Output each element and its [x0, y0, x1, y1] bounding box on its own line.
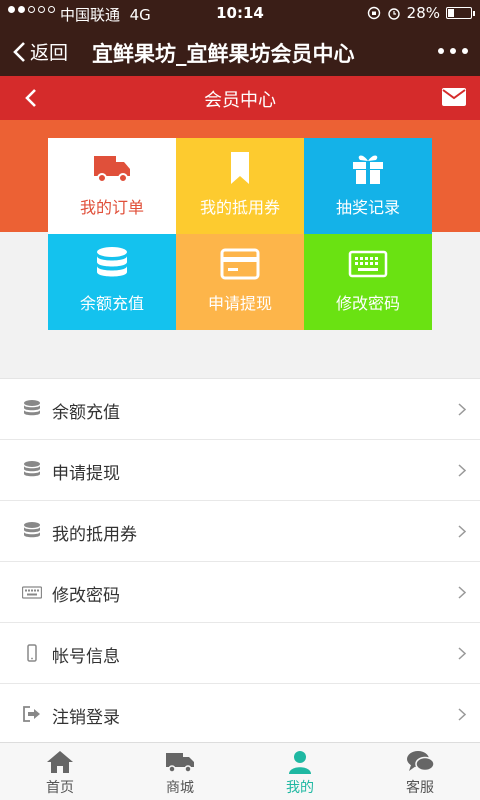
- nav-label: 首页: [46, 780, 74, 796]
- chevron-right-icon: [458, 525, 466, 538]
- grid-tile-label: 我的抵用券: [199, 198, 280, 217]
- grid-tile-recharge[interactable]: 余额充值: [48, 234, 176, 330]
- list-item-label: 注销登录: [52, 708, 120, 728]
- orientation-lock-icon: [367, 6, 380, 20]
- nav-label: 客服: [406, 780, 434, 796]
- chevron-left-icon: [13, 41, 25, 62]
- database-icon: [97, 247, 127, 277]
- grid-tile-label: 修改密码: [335, 294, 400, 313]
- nav-mine[interactable]: 我的: [240, 743, 360, 800]
- grid-tile-withdraw[interactable]: 申请提现: [176, 234, 304, 330]
- back-label: 返回: [30, 42, 69, 64]
- list-item-label: 修改密码: [52, 586, 120, 606]
- chat-icon: [407, 751, 435, 772]
- back-button[interactable]: 返回: [12, 38, 68, 65]
- nav-label: 我的: [286, 780, 314, 796]
- battery-percent: 28%: [406, 4, 440, 22]
- nav-service[interactable]: 客服: [360, 743, 480, 800]
- grid-tile-coupons[interactable]: 我的抵用券: [176, 138, 304, 234]
- page-title: 宜鲜果坊_宜鲜果坊会员中心: [92, 42, 355, 66]
- list-item-password[interactable]: 修改密码: [0, 562, 480, 623]
- list-item-label: 申请提现: [52, 464, 120, 484]
- grid-tile-label: 我的订单: [79, 198, 144, 217]
- nav-mall[interactable]: 商城: [120, 743, 240, 800]
- list-item-label: 帐号信息: [52, 647, 120, 667]
- mail-icon[interactable]: [442, 88, 466, 106]
- list-item-account-info[interactable]: 帐号信息: [0, 623, 480, 684]
- more-menu-button[interactable]: [438, 48, 468, 54]
- truck-icon: [94, 156, 130, 183]
- credit-card-icon: [220, 248, 260, 280]
- list-item-label: 余额充值: [52, 403, 120, 423]
- chevron-right-icon: [458, 403, 466, 416]
- user-icon: [289, 751, 311, 774]
- status-right: 28%: [367, 4, 475, 22]
- title-bar: 返回 宜鲜果坊_宜鲜果坊会员中心: [0, 26, 480, 76]
- grid-tile-password[interactable]: 修改密码: [304, 234, 432, 330]
- grid-tile-label: 抽奖记录: [335, 198, 400, 217]
- grid-tile-label: 余额充值: [79, 294, 144, 313]
- status-bar: 中国联通 4G 10:14 28%: [0, 0, 480, 26]
- mobile-icon: [27, 644, 37, 662]
- gift-icon: [353, 155, 383, 184]
- alarm-icon: [387, 8, 400, 20]
- member-header: 会员中心: [0, 76, 480, 120]
- grid-tile-label: 申请提现: [207, 294, 272, 313]
- grid-tile-lottery[interactable]: 抽奖记录: [304, 138, 432, 234]
- list-item-withdraw[interactable]: 申请提现: [0, 440, 480, 501]
- database-icon: [24, 461, 40, 477]
- bookmark-icon: [231, 152, 249, 184]
- grid-tile-orders[interactable]: 我的订单: [48, 138, 176, 234]
- feature-grid: 我的订单 我的抵用券 抽奖记录 余额充值 申请提现 修改密码: [48, 138, 432, 330]
- list-item-recharge[interactable]: 余额充值: [0, 379, 480, 440]
- list-item-label: 我的抵用券: [52, 525, 137, 545]
- chevron-right-icon: [458, 586, 466, 599]
- nav-home[interactable]: 首页: [0, 743, 120, 800]
- list-item-logout[interactable]: 注销登录: [0, 684, 480, 745]
- home-icon: [47, 751, 73, 773]
- keyboard-icon: [22, 586, 42, 599]
- truck-icon: [166, 753, 194, 773]
- battery-icon: [446, 7, 475, 19]
- database-icon: [24, 522, 40, 538]
- chevron-right-icon: [458, 464, 466, 477]
- sign-out-icon: [23, 706, 40, 722]
- keyboard-icon: [348, 250, 388, 278]
- bottom-nav: 首页 商城 我的 客服: [0, 742, 480, 800]
- list-item-coupons[interactable]: 我的抵用券: [0, 501, 480, 562]
- header-title: 会员中心: [204, 90, 276, 111]
- nav-label: 商城: [166, 780, 194, 796]
- chevron-right-icon: [458, 708, 466, 721]
- chevron-right-icon: [458, 647, 466, 660]
- menu-list: 余额充值 申请提现 我的抵用券 修改密码 帐号信息 注销登录: [0, 378, 480, 745]
- database-icon: [24, 400, 40, 416]
